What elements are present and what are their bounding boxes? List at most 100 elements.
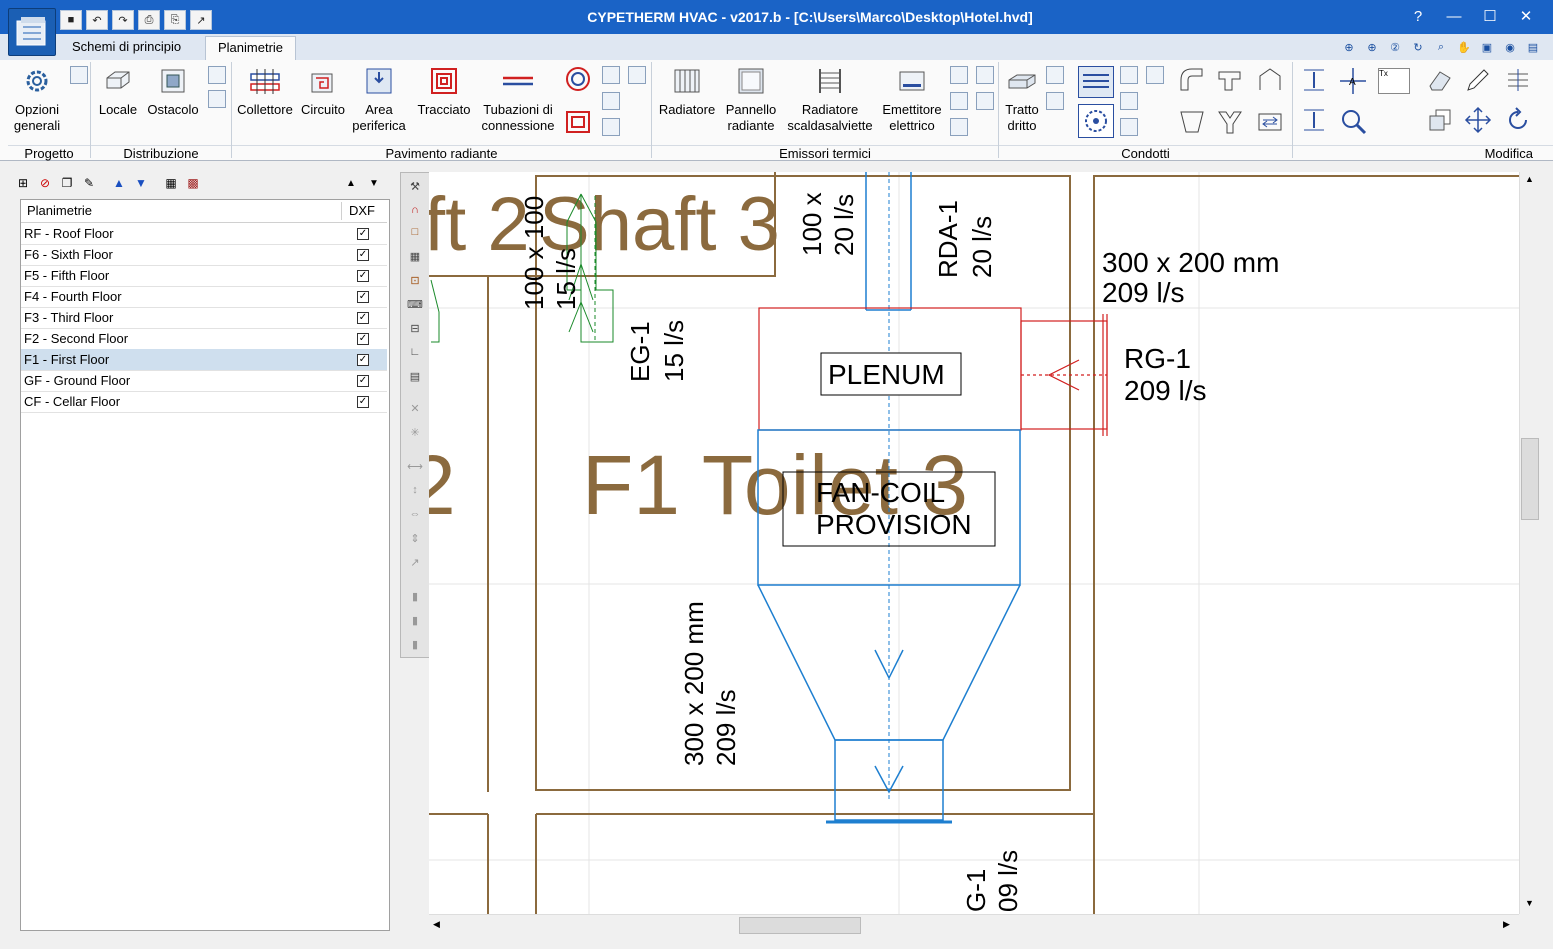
- report-icon[interactable]: [208, 90, 226, 108]
- floor-row[interactable]: F2 - Second Floor ✓: [21, 328, 387, 350]
- small-duct-edit-icon[interactable]: [1046, 92, 1064, 110]
- delete-floor-icon[interactable]: ⊘: [36, 174, 54, 192]
- magnet-icon[interactable]: ∩: [405, 201, 425, 219]
- floor-row[interactable]: RF - Roof Floor ✓: [21, 223, 387, 245]
- minimize-button[interactable]: —: [1436, 0, 1472, 34]
- block-1-icon[interactable]: ▮: [405, 587, 425, 605]
- export-icon[interactable]: ↗: [190, 10, 212, 30]
- maximize-button[interactable]: ☐: [1472, 0, 1508, 34]
- layers-icon[interactable]: ▤: [405, 367, 425, 385]
- zoom-previous-icon[interactable]: ②: [1385, 38, 1405, 56]
- zoom-in-icon[interactable]: ⊕: [1362, 38, 1382, 56]
- spiral-add-icon[interactable]: [563, 106, 593, 136]
- zoom-all-icon[interactable]: ⊕: [1339, 38, 1359, 56]
- add-floor-icon[interactable]: ⊞: [14, 174, 32, 192]
- opzioni-generali-button[interactable]: Opzioni generali: [8, 64, 66, 134]
- help-button[interactable]: ?: [1400, 0, 1436, 34]
- zoom-window-icon[interactable]: ⌕: [1431, 38, 1451, 56]
- tab-schemi-di-principio[interactable]: Schemi di principio: [60, 36, 193, 60]
- dxf-checkbox[interactable]: ✓: [357, 312, 369, 324]
- scroll-up-arrow-icon[interactable]: ▲: [1525, 174, 1534, 184]
- dxf-checkbox[interactable]: ✓: [357, 291, 369, 303]
- coordinates-icon[interactable]: ⊟: [405, 319, 425, 337]
- book-icon[interactable]: ▤: [1523, 38, 1543, 56]
- block-3-icon[interactable]: ▮: [405, 635, 425, 653]
- floor-row[interactable]: GF - Ground Floor ✓: [21, 370, 387, 392]
- scroll-right-arrow-icon[interactable]: ▶: [1503, 919, 1510, 930]
- calculator-icon[interactable]: [208, 66, 226, 84]
- dxf-checkbox[interactable]: ✓: [357, 228, 369, 240]
- tee-icon[interactable]: [1216, 66, 1244, 94]
- floor-row[interactable]: F5 - Fifth Floor ✓: [21, 265, 387, 287]
- floor-plan-drawing[interactable]: ft 2 Shaft 3 F1 Toilet 3 2 PLENUM FAN-CO…: [429, 172, 1519, 914]
- move-up-icon[interactable]: ▲: [110, 174, 128, 192]
- tracciato-button[interactable]: Tracciato: [412, 64, 476, 118]
- horizontal-scrollbar[interactable]: ◀ ▶: [429, 914, 1519, 935]
- refresh-icon[interactable]: ↻: [1408, 38, 1428, 56]
- app-logo-icon[interactable]: [8, 8, 56, 56]
- save-icon[interactable]: ■: [60, 10, 82, 30]
- floor-row[interactable]: CF - Cellar Floor ✓: [21, 391, 387, 413]
- tratto-dritto-button[interactable]: Tratto dritto: [1000, 64, 1044, 134]
- radiatore-scaldasalviette-button[interactable]: Radiatore scaldasalviette: [782, 64, 878, 134]
- dim-aligned-icon[interactable]: ⇔: [405, 505, 425, 523]
- small-grille-1-icon[interactable]: [1120, 66, 1138, 84]
- zoom-text-icon[interactable]: [1338, 106, 1368, 136]
- rotate-icon[interactable]: [1504, 106, 1532, 134]
- move-down-icon[interactable]: ▼: [132, 174, 150, 192]
- floor-row[interactable]: F6 - Sixth Floor ✓: [21, 244, 387, 266]
- print-setup-icon[interactable]: ⎘: [164, 10, 186, 30]
- dxf-checkbox[interactable]: ✓: [357, 270, 369, 282]
- wye-icon[interactable]: [1216, 108, 1244, 136]
- floor-row[interactable]: F4 - Fourth Floor ✓: [21, 286, 387, 308]
- globe-icon[interactable]: ◉: [1500, 38, 1520, 56]
- snap-off-1-icon[interactable]: ✕: [405, 399, 425, 417]
- dimension-vertical-icon[interactable]: [1300, 66, 1328, 94]
- small-fitting-icon[interactable]: [1046, 66, 1064, 84]
- edit-options-icon[interactable]: [70, 66, 88, 84]
- dxf-icon[interactable]: ▦: [162, 174, 180, 192]
- scroll-left-arrow-icon[interactable]: ◀: [433, 919, 440, 930]
- transition-icon[interactable]: [1256, 108, 1284, 136]
- dxf-grid-icon[interactable]: ▩: [184, 174, 202, 192]
- ostacolo-button[interactable]: Ostacolo: [144, 64, 202, 118]
- small-pipe-icon[interactable]: [602, 92, 620, 110]
- reducer-icon[interactable]: [1178, 108, 1206, 136]
- small-emitter-1-icon[interactable]: [950, 66, 968, 84]
- circuito-button[interactable]: Circuito: [298, 64, 348, 118]
- square-snap-icon[interactable]: □: [405, 223, 425, 241]
- block-2-icon[interactable]: ▮: [405, 611, 425, 629]
- text-box-icon[interactable]: Tx: [1378, 68, 1410, 94]
- floor-row[interactable]: F1 - First Floor ✓: [21, 349, 387, 371]
- print-icon[interactable]: ⎙: [138, 10, 160, 30]
- dim-angle-icon[interactable]: ↗: [405, 553, 425, 571]
- pencil-icon[interactable]: [1464, 66, 1492, 94]
- angle-icon[interactable]: ∟: [405, 343, 425, 361]
- snap-off-2-icon[interactable]: ✳: [405, 423, 425, 441]
- tools-icon[interactable]: ⚒: [405, 177, 425, 195]
- dxf-checkbox[interactable]: ✓: [357, 333, 369, 345]
- redo-icon[interactable]: ↷: [112, 10, 134, 30]
- dimension-horizontal-icon[interactable]: [1300, 106, 1328, 134]
- elbow-icon[interactable]: [1178, 66, 1206, 94]
- copy-floor-icon[interactable]: ❐: [58, 174, 76, 192]
- close-button[interactable]: ✕: [1508, 0, 1544, 34]
- collettore-button[interactable]: Collettore: [234, 64, 296, 118]
- small-emitter-4-icon[interactable]: [976, 66, 994, 84]
- undo-icon[interactable]: ↶: [86, 10, 108, 30]
- small-list-icon[interactable]: [602, 118, 620, 136]
- panel-scroll-down-icon[interactable]: ▼: [369, 178, 379, 189]
- grille-icon[interactable]: [1078, 66, 1114, 98]
- small-grille-3-icon[interactable]: [1120, 118, 1138, 136]
- drawing-canvas[interactable]: ft 2 Shaft 3 F1 Toilet 3 2 PLENUM FAN-CO…: [429, 172, 1519, 914]
- column-header-dxf[interactable]: DXF: [349, 200, 375, 222]
- scroll-down-arrow-icon[interactable]: ▼: [1525, 898, 1534, 908]
- floor-row[interactable]: F3 - Third Floor ✓: [21, 307, 387, 329]
- tab-planimetrie[interactable]: Planimetrie: [205, 36, 297, 61]
- spiral-edit-icon[interactable]: [563, 64, 593, 94]
- vertical-scroll-thumb[interactable]: [1521, 438, 1539, 520]
- small-grille-4-icon[interactable]: [1146, 66, 1164, 84]
- point-snap-icon[interactable]: ⊡: [405, 271, 425, 289]
- dxf-checkbox[interactable]: ✓: [357, 375, 369, 387]
- dim-vertical-icon[interactable]: ↕: [405, 481, 425, 499]
